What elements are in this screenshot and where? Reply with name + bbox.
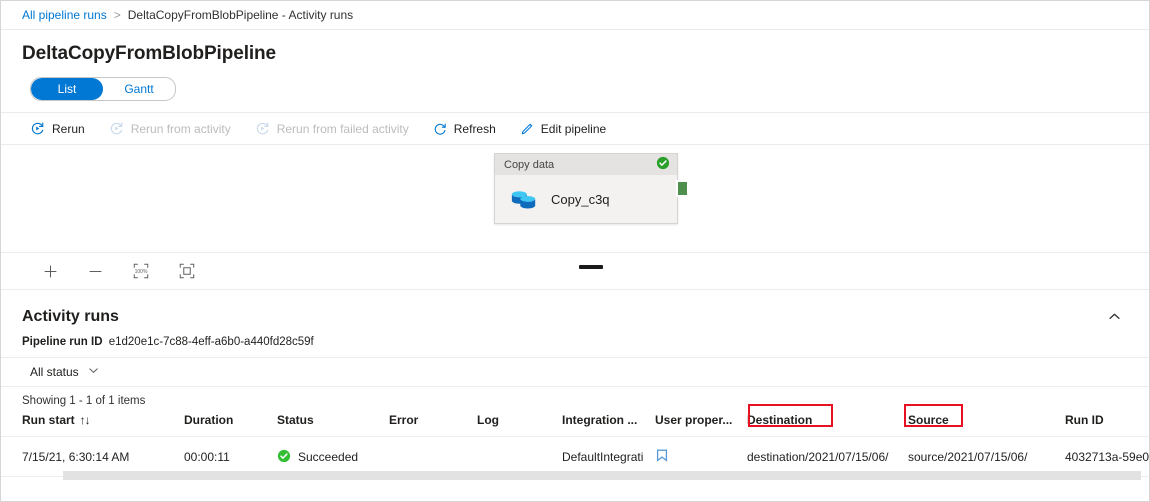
activity-node-output-port[interactable] (676, 180, 689, 197)
rerun-from-activity-button: Rerun from activity (109, 121, 231, 136)
activity-runs-header: Activity runs (1, 290, 1149, 329)
column-header-status[interactable]: Status (277, 413, 389, 437)
breadcrumb-all-pipeline-runs[interactable]: All pipeline runs (22, 8, 107, 22)
sort-icon[interactable]: ↑↓ (80, 413, 90, 427)
status-badge: Succeeded (277, 449, 389, 466)
pencil-icon (520, 122, 534, 136)
activity-runs-page: All pipeline runs > DeltaCopyFromBlobPip… (0, 0, 1150, 502)
column-header-source[interactable]: Source (908, 413, 1065, 437)
activity-node-header: Copy data (495, 154, 677, 175)
status-text: Succeeded (298, 450, 358, 464)
column-header-duration[interactable]: Duration (184, 413, 277, 437)
zoom-reset-100-icon[interactable]: 100% (132, 262, 150, 280)
success-check-icon (656, 156, 670, 173)
rerun-from-failed-activity-label: Rerun from failed activity (277, 122, 409, 136)
rerun-button[interactable]: Rerun (30, 121, 85, 136)
cell-run-id-text: 4032713a-59e0-41 (1065, 450, 1149, 464)
column-header-run-start[interactable]: Run start ↑↓ (1, 413, 184, 437)
edit-pipeline-button[interactable]: Edit pipeline (520, 122, 606, 136)
table-horizontal-scrollbar[interactable] (63, 471, 1141, 480)
breadcrumb-separator: > (114, 8, 121, 22)
column-header-user-properties[interactable]: User proper... (655, 413, 747, 437)
breadcrumb: All pipeline runs > DeltaCopyFromBlobPip… (1, 1, 1149, 30)
cell-integration-runtime-text: DefaultIntegrati (562, 450, 655, 464)
chevron-down-icon (88, 365, 99, 379)
pipeline-canvas[interactable]: Copy data Copy_c3q (1, 145, 1149, 252)
activity-runs-title: Activity runs (22, 308, 119, 326)
cell-source-text: source/2021/07/15/06/ (908, 450, 1065, 464)
chevron-up-icon[interactable] (1102, 304, 1127, 329)
activity-node-body: Copy_c3q (495, 175, 677, 223)
cell-destination-text: destination/2021/07/15/06/ (747, 450, 908, 464)
pipeline-run-id-label: Pipeline run ID (22, 336, 103, 348)
status-filter-dropdown[interactable]: All status (30, 365, 99, 379)
copy-data-icon (509, 184, 539, 215)
refresh-icon (433, 122, 447, 136)
activity-runs-table: Run start ↑↓ Duration Status Error Log In… (1, 413, 1149, 477)
table-header-row: Run start ↑↓ Duration Status Error Log In… (1, 413, 1149, 437)
column-header-integration-runtime[interactable]: Integration ... (562, 413, 655, 437)
pipeline-run-id-value: e1d20e1c-7c88-4eff-a6b0-a440fd28c59f (109, 336, 314, 348)
activity-node-copy-data[interactable]: Copy data Copy_c3q (494, 153, 678, 224)
view-toggle-row: List Gantt (1, 65, 1149, 101)
zoom-out-icon[interactable] (87, 263, 104, 280)
success-check-icon (277, 449, 291, 466)
rerun-from-failed-activity-button: Rerun from failed activity (255, 121, 409, 136)
activity-node-type: Copy data (504, 159, 554, 171)
page-title: DeltaCopyFromBlobPipeline (1, 30, 1149, 65)
status-filter-row: All status (1, 357, 1149, 387)
tab-gantt[interactable]: Gantt (103, 78, 175, 100)
rerun-icon (30, 121, 45, 136)
refresh-label: Refresh (454, 122, 496, 136)
rerun-from-activity-icon (109, 121, 124, 136)
tab-list[interactable]: List (31, 78, 103, 100)
fit-to-screen-icon[interactable] (178, 262, 196, 280)
canvas-horizontal-scrollbar[interactable] (579, 265, 603, 269)
bookmark-icon[interactable] (655, 448, 669, 463)
breadcrumb-current: DeltaCopyFromBlobPipeline - Activity run… (128, 8, 353, 22)
canvas-zoom-controls: 100% (1, 252, 1149, 290)
rerun-label: Rerun (52, 122, 85, 136)
zoom-in-icon[interactable] (42, 263, 59, 280)
activity-runs-table-wrapper: Run start ↑↓ Duration Status Error Log In… (1, 413, 1149, 477)
showing-count: Showing 1 - 1 of 1 items (1, 387, 1149, 407)
rerun-from-failed-activity-icon (255, 121, 270, 136)
column-header-log[interactable]: Log (477, 413, 562, 437)
status-filter-label: All status (30, 365, 79, 379)
view-toggle: List Gantt (30, 77, 176, 101)
column-header-destination[interactable]: Destination (747, 413, 908, 437)
pipeline-run-id-row: Pipeline run ID e1d20e1c-7c88-4eff-a6b0-… (1, 329, 1149, 348)
refresh-button[interactable]: Refresh (433, 122, 496, 136)
command-bar: Rerun Rerun from activity Rerun from (1, 112, 1149, 145)
column-header-run-id[interactable]: Run ID (1065, 413, 1149, 437)
edit-pipeline-label: Edit pipeline (541, 122, 606, 136)
column-header-error[interactable]: Error (389, 413, 477, 437)
column-header-run-start-label: Run start (22, 413, 75, 427)
activity-node-name: Copy_c3q (551, 192, 610, 207)
rerun-from-activity-label: Rerun from activity (131, 122, 231, 136)
svg-text:100%: 100% (135, 269, 148, 275)
